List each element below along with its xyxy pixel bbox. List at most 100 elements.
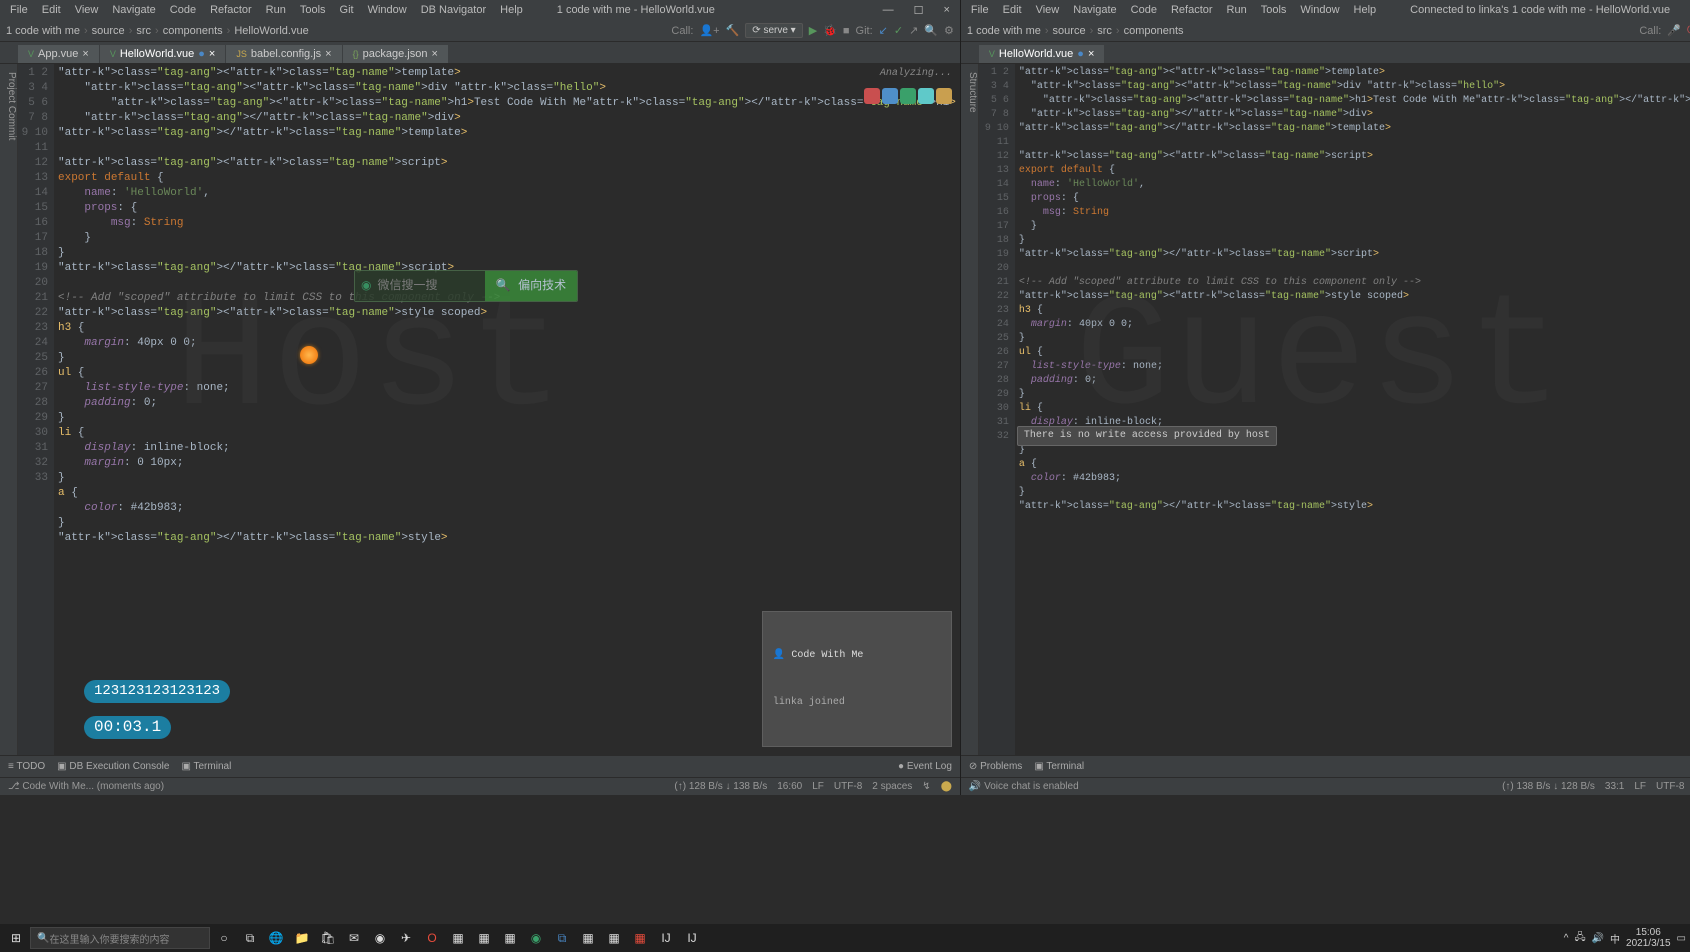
- bt-terminal[interactable]: ▣ Terminal: [181, 761, 231, 772]
- crumb-0[interactable]: 1 code with me: [6, 25, 80, 37]
- start-button[interactable]: ⊞: [4, 926, 28, 950]
- g-menu-refactor[interactable]: Refactor: [1165, 3, 1219, 17]
- settings-icon[interactable]: ⚙: [944, 24, 954, 37]
- menu-code[interactable]: Code: [164, 3, 202, 17]
- tb-wechat[interactable]: ◉: [524, 926, 548, 950]
- debug-button[interactable]: 🐞: [823, 24, 837, 37]
- menu-edit[interactable]: Edit: [36, 3, 67, 17]
- tray-net-icon[interactable]: 🖧: [1574, 930, 1585, 947]
- status-indent[interactable]: 2 spaces: [872, 781, 912, 792]
- g-structure-tool[interactable]: Structure: [961, 64, 979, 755]
- crumb-3[interactable]: components: [163, 25, 223, 37]
- status-lf[interactable]: LF: [812, 781, 824, 792]
- g-mic-icon[interactable]: 🎤: [1667, 24, 1681, 37]
- tb-intellij2[interactable]: IJ: [680, 926, 704, 950]
- maximize-button[interactable]: ☐: [908, 3, 930, 18]
- tab-hello[interactable]: VHelloWorld.vue ●×: [100, 45, 227, 63]
- tb-app2[interactable]: ▦: [472, 926, 496, 950]
- g-bt-terminal[interactable]: ▣ Terminal: [1034, 761, 1084, 772]
- tb-chrome[interactable]: ◉: [368, 926, 392, 950]
- status-cwm[interactable]: ⬤: [941, 781, 952, 792]
- tb-store[interactable]: 🛍: [316, 926, 340, 950]
- g-crumb-2[interactable]: src: [1097, 25, 1112, 37]
- tb-mail[interactable]: ✉: [342, 926, 366, 950]
- stop-button[interactable]: ■: [843, 25, 850, 37]
- minimize-button[interactable]: —: [877, 3, 900, 18]
- hammer-icon[interactable]: 🔨: [726, 24, 740, 37]
- g-menu-file[interactable]: File: [965, 3, 995, 17]
- tb-intellij[interactable]: IJ: [654, 926, 678, 950]
- tb-vscode[interactable]: ⧉: [550, 926, 574, 950]
- tb-app3[interactable]: ▦: [498, 926, 522, 950]
- bt-db[interactable]: ▣ DB Execution Console: [57, 761, 169, 772]
- g-status-lf[interactable]: LF: [1634, 781, 1646, 792]
- menu-refactor[interactable]: Refactor: [204, 3, 258, 17]
- editor-host[interactable]: "attr-k">class="tag-ang"><"attr-k">class…: [54, 64, 960, 755]
- menu-file[interactable]: File: [4, 3, 34, 17]
- menu-window[interactable]: Window: [362, 3, 413, 17]
- g-menu-navigate[interactable]: Navigate: [1067, 3, 1122, 17]
- g-status-enc[interactable]: UTF-8: [1656, 781, 1684, 792]
- tb-app1[interactable]: ▦: [446, 926, 470, 950]
- tab-app[interactable]: VApp.vue×: [18, 45, 100, 63]
- tb-edge[interactable]: 🌐: [264, 926, 288, 950]
- tab-babel[interactable]: JSbabel.config.js×: [226, 45, 342, 63]
- bt-todo[interactable]: ≡ TODO: [8, 761, 45, 772]
- event-log-button[interactable]: ● Event Log: [898, 761, 952, 772]
- menu-navigate[interactable]: Navigate: [106, 3, 161, 17]
- notification-toast[interactable]: 👤 Code With Me linka joined: [762, 611, 952, 747]
- tb-app5[interactable]: ▦: [602, 926, 626, 950]
- g-menu-code[interactable]: Code: [1125, 3, 1163, 17]
- status-enc[interactable]: UTF-8: [834, 781, 862, 792]
- search-icon[interactable]: 🔍: [924, 24, 938, 37]
- g-menu-run[interactable]: Run: [1221, 3, 1253, 17]
- taskbar-search[interactable]: 🔍 在这里输入你要搜索的内容: [30, 927, 210, 949]
- g-menu-tools[interactable]: Tools: [1255, 3, 1293, 17]
- git-push-icon[interactable]: ↗: [909, 24, 918, 37]
- tray-ime-icon[interactable]: 中: [1610, 931, 1620, 946]
- g-menu-edit[interactable]: Edit: [997, 3, 1028, 17]
- git-pull-icon[interactable]: ↙: [879, 24, 888, 37]
- tray-time[interactable]: 15:06: [1626, 927, 1671, 938]
- tray-vol-icon[interactable]: 🔊: [1592, 933, 1604, 944]
- run-config-select[interactable]: ⟳ serve ▾: [745, 23, 802, 38]
- user-add-icon[interactable]: 👤+: [699, 24, 719, 37]
- tb-explorer[interactable]: 📁: [290, 926, 314, 950]
- menu-tools[interactable]: Tools: [294, 3, 332, 17]
- project-tool-window[interactable]: Project Commit: [0, 64, 18, 755]
- close-button[interactable]: ×: [937, 3, 955, 18]
- editor-guest[interactable]: "attr-k">class="tag-ang"><"attr-k">class…: [1015, 64, 1690, 755]
- tray-up-icon[interactable]: ^: [1564, 933, 1569, 944]
- g-menu-window[interactable]: Window: [1294, 3, 1345, 17]
- g-crumb-0[interactable]: 1 code with me: [967, 25, 1041, 37]
- g-bt-problems[interactable]: ⊘ Problems: [969, 761, 1022, 772]
- git-commit-icon[interactable]: ✓: [894, 24, 903, 37]
- menu-run[interactable]: Run: [260, 3, 292, 17]
- tray-date[interactable]: 2021/3/15: [1626, 938, 1671, 949]
- g-crumb-1[interactable]: source: [1053, 25, 1086, 37]
- tb-app6[interactable]: ▦: [628, 926, 652, 950]
- tb-telegram[interactable]: ✈: [394, 926, 418, 950]
- tb-cortana[interactable]: ○: [212, 926, 236, 950]
- crumb-4[interactable]: HelloWorld.vue: [234, 25, 308, 37]
- menu-git[interactable]: Git: [334, 3, 360, 17]
- status-ac[interactable]: ↯: [922, 781, 930, 792]
- menu-view[interactable]: View: [69, 3, 105, 17]
- g-tab-hello[interactable]: VHelloWorld.vue ●×: [979, 45, 1106, 63]
- system-tray[interactable]: ^ 🖧 🔊 中 15:06 2021/3/15 ▭: [1564, 927, 1686, 949]
- menu-dbn[interactable]: DB Navigator: [415, 3, 492, 17]
- participants-avatars[interactable]: [864, 88, 952, 104]
- host-bottom-tools: ≡ TODO ▣ DB Execution Console ▣ Terminal…: [0, 755, 960, 777]
- tray-notifications-icon[interactable]: ▭: [1677, 933, 1686, 944]
- tb-taskview[interactable]: ⧉: [238, 926, 262, 950]
- tb-app4[interactable]: ▦: [576, 926, 600, 950]
- run-button[interactable]: ▶: [809, 24, 817, 37]
- g-crumb-3[interactable]: components: [1124, 25, 1184, 37]
- crumb-1[interactable]: source: [92, 25, 125, 37]
- g-menu-help[interactable]: Help: [1348, 3, 1383, 17]
- tab-package[interactable]: {}package.json×: [343, 45, 449, 63]
- crumb-2[interactable]: src: [136, 25, 151, 37]
- tb-opera[interactable]: O: [420, 926, 444, 950]
- menu-help[interactable]: Help: [494, 3, 529, 17]
- g-menu-view[interactable]: View: [1030, 3, 1066, 17]
